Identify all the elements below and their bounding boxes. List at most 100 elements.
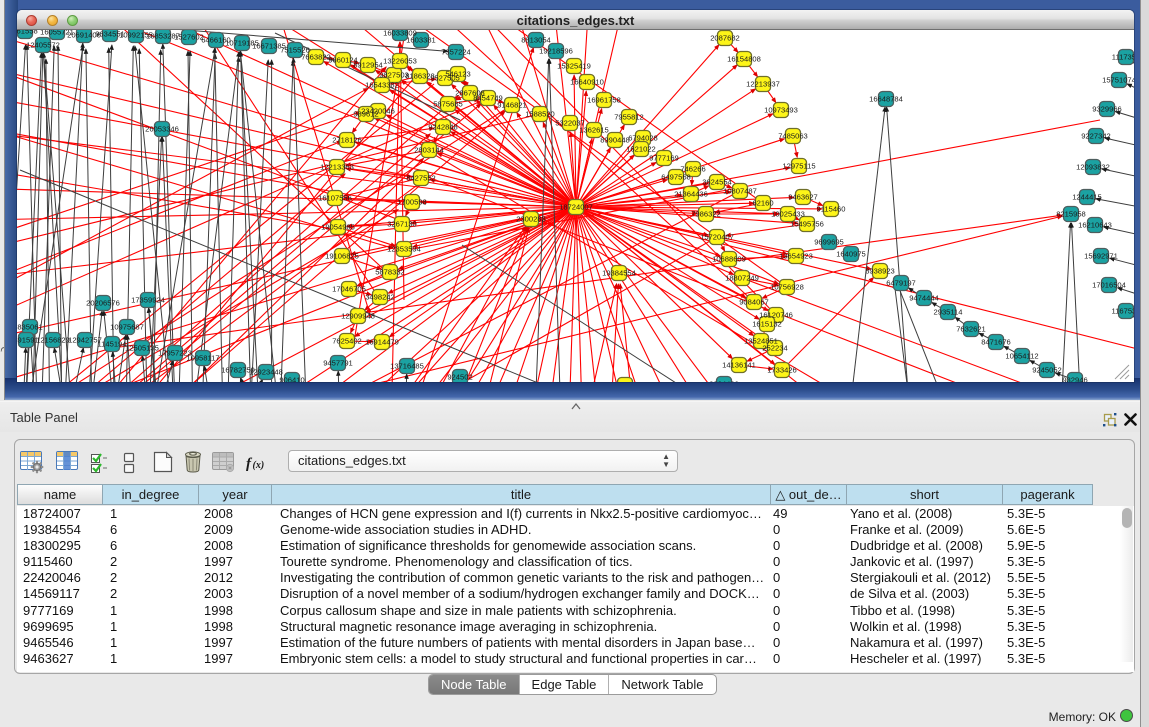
svg-text:15325419: 15325419 [557,62,591,71]
svg-text:8912954: 8912954 [353,61,383,70]
svg-text:10025433: 10025433 [771,210,805,219]
svg-text:19054985: 19054985 [321,223,355,232]
svg-text:19106825: 19106825 [325,252,359,261]
svg-text:9084067: 9084067 [739,298,769,307]
svg-text:7955812: 7955812 [614,113,644,122]
svg-text:2087682: 2087682 [710,34,740,43]
svg-text:8938923: 8938923 [865,267,895,276]
svg-text:6497568: 6497568 [661,173,691,182]
svg-text:10973493: 10973493 [764,106,798,115]
svg-text:9457791: 9457791 [323,359,353,368]
svg-text:21364436: 21364436 [674,190,708,199]
svg-text:252254: 252254 [612,381,637,382]
svg-text:7357224: 7357224 [441,48,471,57]
svg-text:19218596: 19218596 [539,47,573,56]
svg-text:10975687: 10975687 [110,323,144,332]
svg-text:7485063: 7485063 [778,132,808,141]
svg-text:252234: 252234 [762,344,787,353]
svg-text:932946: 932946 [1062,376,1087,382]
svg-text:9146821: 9146821 [497,101,527,110]
svg-text:12213937: 12213937 [746,80,780,89]
svg-text:12505135: 12505135 [125,344,159,353]
svg-text:13226053: 13226053 [383,57,417,66]
svg-text:9329966: 9329966 [1092,105,1122,114]
svg-text:8215958: 8215958 [1056,210,1086,219]
svg-text:18807249: 18807249 [725,274,759,283]
svg-text:13716485: 13716485 [390,362,424,371]
svg-text:1527602: 1527602 [174,33,204,42]
svg-text:6794028: 6794028 [628,134,658,143]
svg-text:1621022: 1621022 [626,145,656,154]
svg-text:1588520: 1588520 [525,110,555,119]
svg-text:8471676: 8471676 [981,338,1011,347]
svg-text:3267130: 3267130 [387,220,417,229]
svg-text:12093832: 12093832 [1076,163,1110,172]
svg-text:9242848: 9242848 [428,123,458,132]
svg-text:16120746: 16120746 [759,311,793,320]
svg-text:1244415: 1244415 [1072,193,1102,202]
svg-text:5878332: 5878332 [375,268,405,277]
svg-text:835061: 835061 [17,323,42,332]
svg-text:8427552: 8427552 [406,174,436,183]
svg-text:10958117: 10958117 [186,354,219,363]
svg-text:12353594: 12353594 [387,245,421,254]
svg-text:12975115: 12975115 [782,162,815,171]
svg-text:15751074: 15751074 [1102,76,1134,85]
svg-text:16210643: 16210643 [1078,221,1112,230]
svg-text:1700598: 1700598 [397,198,427,207]
svg-text:1362615: 1362615 [579,126,609,135]
svg-text:12213363: 12213363 [320,163,354,172]
svg-text:16961758: 16961758 [587,96,621,105]
svg-text:8813054: 8813054 [521,36,551,45]
svg-text:17016504: 17016504 [1092,281,1126,290]
svg-text:161558: 161558 [17,30,38,36]
svg-text:12909948: 12909948 [341,312,375,321]
svg-text:2718126: 2718126 [332,136,362,145]
svg-text:13654923: 13654923 [779,252,813,261]
svg-text:12156829: 12156829 [36,336,70,345]
svg-text:6479197: 6479197 [886,279,916,288]
svg-text:9245052: 9245052 [1032,366,1062,375]
svg-text:9699695: 9699695 [814,238,844,247]
svg-text:15720407: 15720407 [700,233,734,242]
svg-text:2803144: 2803144 [414,146,444,155]
svg-text:9474444: 9474444 [909,294,939,303]
svg-text:7663822: 7663822 [301,53,331,62]
svg-text:1603381: 1603381 [406,36,436,45]
svg-text:9115460: 9115460 [817,205,846,214]
svg-text:16543382: 16543382 [365,81,399,90]
svg-text:8990448: 8990448 [600,136,630,145]
svg-text:15692971: 15692971 [1084,252,1118,261]
svg-text:1145194: 1145194 [98,340,127,349]
svg-text:2935114: 2935114 [934,308,963,317]
svg-text:16640910: 16640910 [570,78,604,87]
svg-text:62160: 62160 [752,199,773,208]
svg-text:19384554: 19384554 [602,269,636,278]
svg-text:9777169: 9777169 [649,154,679,163]
svg-text:7625402: 7625402 [332,337,362,346]
svg-text:3624554: 3624554 [702,178,732,187]
svg-text:16648784: 16648784 [869,95,903,104]
svg-text:546123: 546123 [445,70,470,79]
svg-text:(x): (x) [253,460,265,471]
svg-text:1615132: 1615132 [752,320,782,329]
svg-text:17359924: 17359924 [131,296,165,305]
svg-text:14136141: 14136141 [722,361,756,370]
svg-text:10756928: 10756928 [770,283,804,292]
svg-text:5875685: 5875685 [433,100,463,109]
svg-text:924502: 924502 [447,373,472,382]
svg-text:20206576: 20206576 [86,299,120,308]
svg-text:2300283: 2300283 [516,215,546,224]
svg-text:989612: 989612 [353,110,378,119]
svg-text:1733426: 1733426 [767,366,797,375]
svg-text:12405572: 12405572 [26,41,60,50]
svg-text:3498242: 3498242 [365,293,395,302]
svg-text:1117358: 1117358 [1112,53,1134,62]
svg-text:9463627: 9463627 [788,193,818,202]
svg-text:9227342: 9227342 [1081,132,1111,141]
svg-text:7632621: 7632621 [956,325,986,334]
svg-text:26053346: 26053346 [145,125,179,134]
svg-text:15495756: 15495756 [790,220,824,229]
svg-text:1640975: 1640975 [836,250,866,259]
svg-text:1167534: 1167534 [1112,307,1135,316]
